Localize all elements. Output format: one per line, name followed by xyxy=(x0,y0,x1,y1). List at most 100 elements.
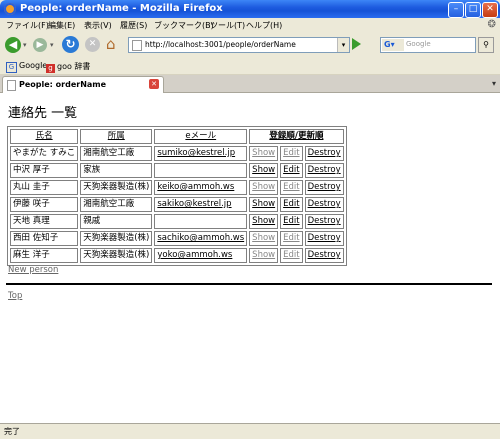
search-engine-label: G xyxy=(384,40,391,49)
top-link[interactable]: Top xyxy=(8,291,22,301)
bookmark-label: Google xyxy=(19,61,48,70)
cell-org: 湘南航空工廠 xyxy=(80,197,153,212)
menu-tools[interactable]: ツール(T) xyxy=(210,20,245,31)
menu-bookmarks[interactable]: ブックマーク(B) xyxy=(154,20,214,31)
cell-name: 天地 真理 xyxy=(10,214,79,229)
go-icon[interactable] xyxy=(352,38,361,50)
table-row: 伊藤 咲子 湘南航空工廠 sakiko@kestrel.jp Show Edit Dest… xyxy=(10,197,344,212)
new-person-link[interactable]: New person xyxy=(8,265,58,275)
back-history-icon[interactable]: ▾ xyxy=(23,41,27,49)
table-row: 丸山 圭子 天狗楽器製造(株) keiko@ammoh.ws Show Edit Dest… xyxy=(10,180,344,195)
edit-link[interactable]: Edit xyxy=(280,163,303,178)
column-email-header[interactable]: eメール xyxy=(154,129,248,144)
menu-file[interactable]: ファイル(F) xyxy=(6,20,49,31)
email-link[interactable]: sakiko@kestrel.jp xyxy=(157,199,231,209)
column-org-header[interactable]: 所属 xyxy=(80,129,153,144)
minimize-button[interactable]: – xyxy=(448,2,464,18)
show-link[interactable]: Show xyxy=(249,214,279,229)
divider xyxy=(6,283,492,285)
table-row: 中沢 厚子 家族 Show Edit Destroy xyxy=(10,163,344,178)
table-row: 麻生 洋子 天狗楽器製造(株) yoko@ammoh.ws Show Edit Destr… xyxy=(10,248,344,263)
edit-link[interactable]: Edit xyxy=(280,231,303,246)
menu-help[interactable]: ヘルプ(H) xyxy=(246,20,282,31)
cell-org: 天狗楽器製造(株) xyxy=(80,248,153,263)
show-link[interactable]: Show xyxy=(249,197,279,212)
destroy-link[interactable]: Destroy xyxy=(304,231,344,246)
tab-people-ordername[interactable]: People: orderName ✕ xyxy=(2,76,164,93)
search-engine-icon[interactable]: G▾ xyxy=(382,39,404,51)
url-dropdown-icon[interactable]: ▾ xyxy=(337,38,349,52)
back-icon[interactable]: ◀ xyxy=(5,37,21,53)
page-title: 連絡先 一覧 xyxy=(8,106,78,121)
cell-org: 天狗楽器製造(株) xyxy=(80,231,153,246)
column-name-header[interactable]: 氏名 xyxy=(10,129,79,144)
table-header-row: 氏名 所属 eメール 登録順/更新順 xyxy=(10,129,344,144)
edit-link[interactable]: Edit xyxy=(280,248,303,263)
cell-email[interactable]: yoko@ammoh.ws xyxy=(154,248,248,263)
search-icon[interactable]: ⚲ xyxy=(478,37,494,53)
stop-icon[interactable]: ✕ xyxy=(85,37,100,52)
destroy-link[interactable]: Destroy xyxy=(304,163,344,178)
table-row: 西田 佐知子 天狗楽器製造(株) sachiko@ammoh.ws Show Edit D… xyxy=(10,231,344,246)
edit-link[interactable]: Edit xyxy=(280,180,303,195)
forward-history-icon[interactable]: ▾ xyxy=(50,41,54,49)
email-link[interactable]: sachiko@ammoh.ws xyxy=(157,233,244,243)
cell-name: やまがた すみこ xyxy=(10,146,79,161)
edit-link[interactable]: Edit xyxy=(280,146,303,161)
destroy-link[interactable]: Destroy xyxy=(304,180,344,195)
close-button[interactable]: ✕ xyxy=(482,2,498,18)
reload-icon[interactable]: ↻ xyxy=(62,36,79,53)
home-icon[interactable]: ⌂ xyxy=(106,35,116,53)
show-link[interactable]: Show xyxy=(249,180,279,195)
show-link[interactable]: Show xyxy=(249,163,279,178)
tab-list-icon[interactable]: ▾ xyxy=(492,79,496,88)
edit-link[interactable]: Edit xyxy=(280,214,303,229)
cell-name: 伊藤 咲子 xyxy=(10,197,79,212)
cell-name: 西田 佐知子 xyxy=(10,231,79,246)
google-icon: G xyxy=(6,62,17,73)
email-link[interactable]: keiko@ammoh.ws xyxy=(157,182,234,192)
page-content: 連絡先 一覧 氏名 所属 eメール 登録順/更新順 やまがた すみこ湘南航空工廠… xyxy=(0,93,500,423)
bookmarks-toolbar: G Google g goo 辞書 xyxy=(0,58,500,75)
cell-email[interactable]: sachiko@ammoh.ws xyxy=(154,231,248,246)
menu-edit[interactable]: 編集(E) xyxy=(48,20,75,31)
url-bar[interactable]: http://localhost:3001/people/orderName ▾ xyxy=(128,37,350,53)
destroy-link[interactable]: Destroy xyxy=(304,146,344,161)
tab-favicon-icon xyxy=(7,80,16,91)
show-link[interactable]: Show xyxy=(249,146,279,161)
column-order-header[interactable]: 登録順/更新順 xyxy=(249,129,344,144)
search-placeholder: Google xyxy=(406,40,431,48)
cell-email[interactable]: sumiko@kestrel.jp xyxy=(154,146,248,161)
window-title: People: orderName - Mozilla Firefox xyxy=(20,3,223,14)
cell-name: 中沢 厚子 xyxy=(10,163,79,178)
email-link[interactable]: yoko@ammoh.ws xyxy=(157,250,232,260)
destroy-link[interactable]: Destroy xyxy=(304,197,344,212)
cell-org: 天狗楽器製造(株) xyxy=(80,180,153,195)
title-bar: People: orderName - Mozilla Firefox – □ … xyxy=(0,0,500,18)
status-bar: 完了 xyxy=(0,423,500,439)
edit-link[interactable]: Edit xyxy=(280,197,303,212)
tab-close-icon[interactable]: ✕ xyxy=(149,79,159,89)
bookmark-label: goo 辞書 xyxy=(57,62,91,71)
cell-email xyxy=(154,214,248,229)
page-favicon-icon xyxy=(132,40,142,51)
bookmark-goo-dictionary[interactable]: g goo 辞書 xyxy=(46,61,90,73)
table-row: 天地 真理 親戚 Show Edit Destroy xyxy=(10,214,344,229)
maximize-button[interactable]: □ xyxy=(465,2,481,18)
destroy-link[interactable]: Destroy xyxy=(304,214,344,229)
menu-view[interactable]: 表示(V) xyxy=(84,20,112,31)
tab-bar: People: orderName ✕ xyxy=(0,75,500,93)
show-link[interactable]: Show xyxy=(249,248,279,263)
bookmark-google[interactable]: G Google xyxy=(6,61,47,73)
email-link[interactable]: sumiko@kestrel.jp xyxy=(157,148,235,158)
cell-email[interactable]: keiko@ammoh.ws xyxy=(154,180,248,195)
forward-icon[interactable]: ▶ xyxy=(33,38,47,52)
menu-history[interactable]: 履歴(S) xyxy=(120,20,147,31)
table-row: やまがた すみこ 湘南航空工廠 sumiko@kestrel.jp Show Edit D… xyxy=(10,146,344,161)
people-table: 氏名 所属 eメール 登録順/更新順 やまがた すみこ湘南航空工廠 sumiko@… xyxy=(7,126,347,266)
show-link[interactable]: Show xyxy=(249,231,279,246)
search-box[interactable]: G▾ Google xyxy=(380,37,476,53)
cell-email[interactable]: sakiko@kestrel.jp xyxy=(154,197,248,212)
destroy-link[interactable]: Destroy xyxy=(304,248,344,263)
tab-label: People: orderName xyxy=(19,80,107,89)
